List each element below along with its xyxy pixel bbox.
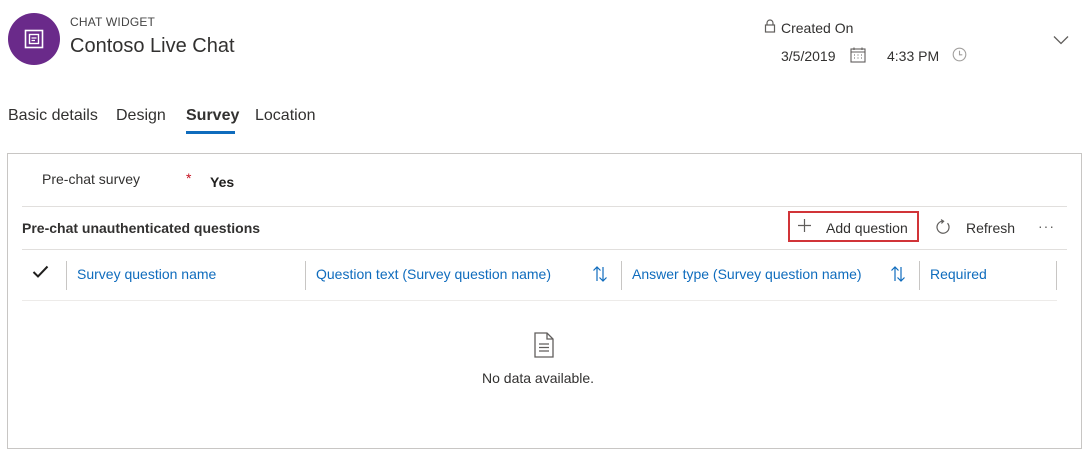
created-on-time: 4:33 PM (887, 48, 940, 64)
calendar-icon (850, 47, 866, 63)
column-separator[interactable] (621, 261, 622, 290)
column-header-question-text[interactable]: Question text (Survey question name) (316, 266, 551, 282)
column-separator[interactable] (66, 261, 67, 290)
divider (22, 249, 1067, 250)
column-header-answer-type[interactable]: Answer type (Survey question name) (632, 266, 862, 282)
divider (22, 206, 1067, 207)
subgrid-title: Pre-chat unauthenticated questions (22, 220, 261, 236)
add-question-label: Add question (826, 220, 908, 236)
sort-icon[interactable] (592, 265, 608, 283)
refresh-icon[interactable] (935, 219, 951, 235)
column-separator[interactable] (1056, 261, 1057, 290)
record-avatar (8, 13, 60, 65)
column-header-required[interactable]: Required (930, 266, 987, 282)
clock-icon (952, 47, 967, 62)
sort-icon[interactable] (890, 265, 906, 283)
created-on-date: 3/5/2019 (781, 48, 836, 64)
tab-location[interactable]: Location (255, 107, 316, 125)
pre-chat-survey-value[interactable]: Yes (210, 174, 234, 190)
column-header-survey-question-name[interactable]: Survey question name (77, 266, 216, 282)
more-icon[interactable]: ··· (1038, 218, 1055, 234)
checkmark-icon[interactable] (32, 265, 49, 279)
record-title: Contoso Live Chat (70, 35, 235, 57)
created-on-label: Created On (781, 20, 854, 36)
chat-widget-icon (24, 29, 44, 49)
tab-survey[interactable]: Survey (186, 107, 239, 125)
survey-section (7, 153, 1082, 449)
document-icon (534, 332, 554, 358)
empty-state-message: No data available. (482, 370, 595, 386)
pre-chat-survey-label: Pre-chat survey (42, 171, 141, 187)
plus-icon (798, 219, 811, 232)
column-separator[interactable] (919, 261, 920, 290)
tab-basic-details[interactable]: Basic details (8, 107, 98, 125)
refresh-button[interactable]: Refresh (966, 220, 1015, 236)
chevron-down-icon[interactable] (1053, 35, 1069, 45)
entity-type-label: CHAT WIDGET (70, 15, 156, 29)
add-question-button[interactable]: Add question (788, 211, 919, 242)
required-indicator: * (186, 170, 192, 186)
lock-icon (764, 19, 776, 33)
active-tab-indicator (186, 131, 235, 134)
tab-design[interactable]: Design (116, 107, 166, 125)
divider (22, 300, 1057, 301)
column-separator[interactable] (305, 261, 306, 290)
